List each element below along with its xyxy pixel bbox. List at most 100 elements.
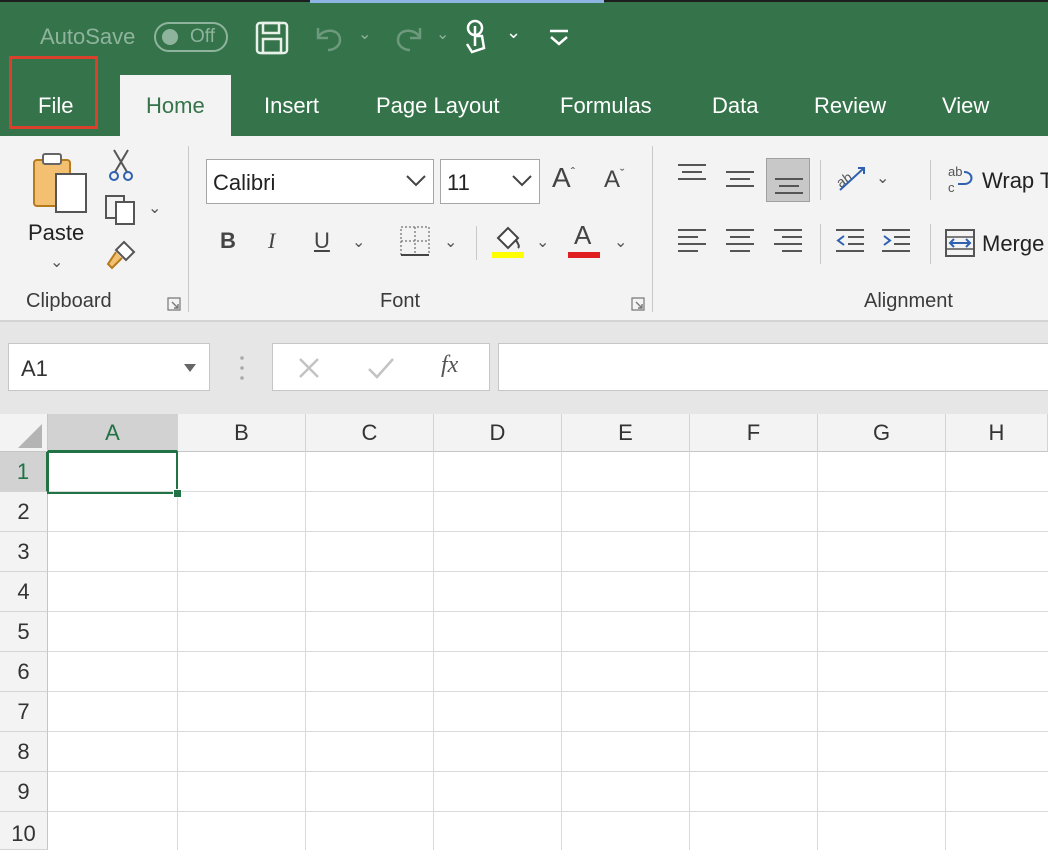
- bottom-align-button[interactable]: [766, 158, 810, 202]
- undo-icon[interactable]: [312, 22, 346, 54]
- caret-down-icon[interactable]: [183, 360, 197, 378]
- tab-data[interactable]: Data: [712, 86, 758, 126]
- column-header-b[interactable]: B: [178, 414, 306, 452]
- row-header-3[interactable]: 3: [0, 532, 48, 572]
- gridline: [48, 611, 1048, 612]
- row-header-4[interactable]: 4: [0, 572, 48, 612]
- underline-dropdown-icon[interactable]: ⌄: [352, 232, 365, 252]
- top-align-icon[interactable]: [676, 162, 708, 193]
- cut-icon[interactable]: [108, 148, 134, 187]
- font-color-swatch: [568, 252, 600, 258]
- underline-button[interactable]: U: [314, 228, 330, 254]
- fill-color-dropdown-icon[interactable]: ⌄: [536, 232, 549, 252]
- font-color-icon[interactable]: A: [566, 220, 602, 260]
- bold-button[interactable]: B: [220, 228, 236, 254]
- ribbon-separator: [652, 146, 653, 312]
- toggle-knob: [162, 29, 178, 45]
- row-header-2[interactable]: 2: [0, 492, 48, 532]
- font-dialog-launcher-icon[interactable]: [630, 296, 646, 317]
- gridline: [48, 531, 1048, 532]
- column-header-e[interactable]: E: [562, 414, 690, 452]
- copy-icon[interactable]: [104, 194, 138, 231]
- align-right-icon[interactable]: [772, 226, 804, 261]
- increase-indent-icon[interactable]: [880, 226, 912, 261]
- touch-mode-dropdown-icon[interactable]: ⌄: [506, 22, 521, 43]
- ribbon-separator: [476, 226, 477, 260]
- tab-formulas[interactable]: Formulas: [560, 86, 652, 126]
- enter-icon[interactable]: [367, 356, 395, 385]
- chevron-down-icon: [511, 168, 533, 197]
- clipboard-dialog-launcher-icon[interactable]: [166, 296, 182, 317]
- name-box[interactable]: A1: [8, 343, 210, 391]
- align-left-icon[interactable]: [676, 226, 708, 261]
- row-header-9[interactable]: 9: [0, 772, 48, 812]
- customize-qat-icon[interactable]: [548, 28, 570, 48]
- paste-button[interactable]: Paste: [28, 220, 84, 246]
- borders-icon[interactable]: [398, 224, 432, 263]
- increase-font-size-icon[interactable]: Aˆ: [552, 162, 575, 194]
- decrease-font-size-icon[interactable]: Aˇ: [604, 166, 624, 194]
- paste-icon[interactable]: [30, 150, 90, 221]
- wrap-text-button[interactable]: Wrap T: [982, 168, 1048, 194]
- touch-mode-icon[interactable]: [462, 18, 492, 56]
- column-header-c[interactable]: C: [306, 414, 434, 452]
- format-painter-icon[interactable]: [104, 238, 138, 275]
- column-header-h[interactable]: H: [946, 414, 1048, 452]
- row-header-10[interactable]: 10: [0, 812, 48, 850]
- merge-center-button[interactable]: Merge: [982, 231, 1044, 257]
- merge-center-icon[interactable]: [944, 228, 976, 263]
- gridline: [48, 811, 1048, 812]
- font-group-label: Font: [380, 290, 421, 312]
- clipboard-group-label: Clipboard: [26, 290, 112, 312]
- window-top-accent: [310, 0, 604, 3]
- paste-dropdown-icon[interactable]: ⌄: [50, 252, 63, 272]
- tab-home[interactable]: Home: [120, 75, 231, 136]
- name-box-value: A1: [21, 356, 48, 381]
- formula-input[interactable]: [498, 343, 1048, 391]
- cancel-icon[interactable]: [297, 356, 321, 385]
- copy-dropdown-icon[interactable]: ⌄: [148, 198, 161, 218]
- select-all-button[interactable]: [0, 414, 48, 452]
- tab-view[interactable]: View: [942, 86, 989, 126]
- font-size-select[interactable]: 11: [440, 159, 540, 204]
- column-header-f[interactable]: F: [690, 414, 818, 452]
- tab-page-layout[interactable]: Page Layout: [376, 86, 500, 126]
- align-center-icon[interactable]: [724, 226, 756, 261]
- cell-grid[interactable]: [48, 452, 1048, 850]
- select-all-triangle-icon: [18, 424, 42, 448]
- redo-dropdown-icon[interactable]: ⌄: [436, 24, 449, 44]
- autosave-toggle[interactable]: Off: [154, 22, 228, 52]
- decrease-indent-icon[interactable]: [834, 226, 866, 261]
- borders-dropdown-icon[interactable]: ⌄: [444, 232, 457, 252]
- gridline: [48, 731, 1048, 732]
- row-header-1[interactable]: 1: [0, 452, 48, 492]
- row-header-6[interactable]: 6: [0, 652, 48, 692]
- row-header-7[interactable]: 7: [0, 692, 48, 732]
- row-header-5[interactable]: 5: [0, 612, 48, 652]
- resize-handle-icon[interactable]: [238, 354, 246, 387]
- gridline: [48, 571, 1048, 572]
- orientation-dropdown-icon[interactable]: ⌄: [876, 168, 889, 188]
- gridline: [48, 691, 1048, 692]
- row-header-8[interactable]: 8: [0, 732, 48, 772]
- svg-text:c: c: [948, 180, 955, 195]
- font-color-dropdown-icon[interactable]: ⌄: [614, 232, 627, 252]
- middle-align-icon[interactable]: [724, 166, 756, 197]
- formula-buttons: fx: [272, 343, 490, 391]
- wrap-text-icon[interactable]: ab c: [946, 164, 978, 201]
- save-icon[interactable]: [254, 20, 290, 56]
- italic-button[interactable]: I: [268, 228, 275, 254]
- column-header-a[interactable]: A: [48, 414, 178, 452]
- tab-insert[interactable]: Insert: [264, 86, 319, 126]
- undo-dropdown-icon[interactable]: ⌄: [358, 24, 371, 44]
- column-header-g[interactable]: G: [818, 414, 946, 452]
- active-cell[interactable]: [47, 451, 178, 494]
- column-header-d[interactable]: D: [434, 414, 562, 452]
- tab-review[interactable]: Review: [814, 86, 886, 126]
- font-name-select[interactable]: Calibri: [206, 159, 434, 204]
- orientation-icon[interactable]: ab: [833, 162, 870, 199]
- redo-icon[interactable]: [392, 22, 426, 54]
- fill-handle[interactable]: [173, 489, 182, 498]
- fill-color-icon[interactable]: [490, 222, 526, 265]
- insert-function-icon[interactable]: fx: [441, 352, 458, 379]
